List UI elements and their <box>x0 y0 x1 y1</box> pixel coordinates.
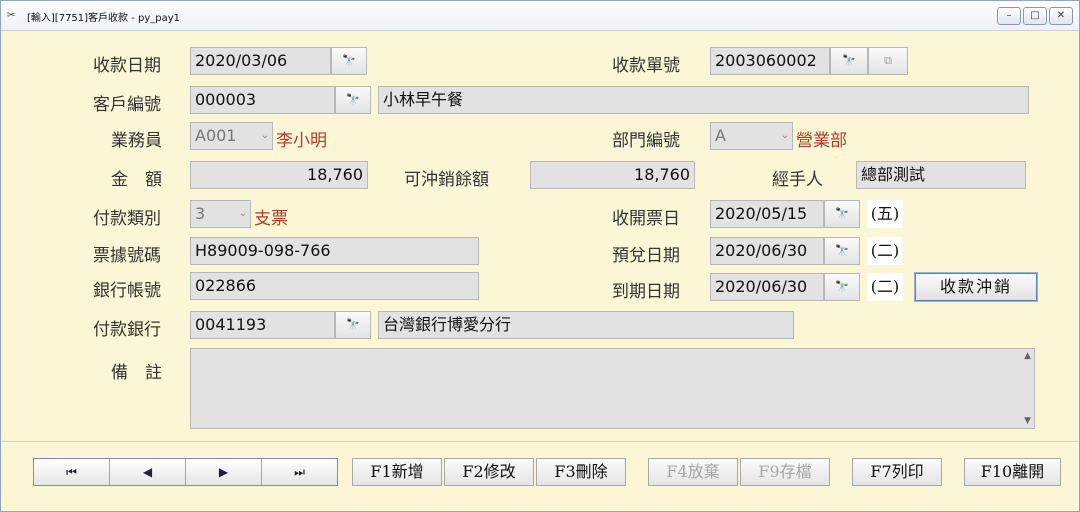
abandon-button[interactable]: F4放棄 <box>648 458 738 486</box>
save-button[interactable]: F9存檔 <box>740 458 830 486</box>
record-navigator: ⏮ ◀ ▶ ⏭ <box>33 458 338 486</box>
close-icon[interactable]: ✕ <box>1049 7 1073 25</box>
title-bar: ✂ [輸入][7751]客戶收款 - py_pay1 – □ ✕ <box>1 1 1079 31</box>
customer-name-field: 小林早午餐 <box>378 86 1029 114</box>
handler-label: 經手人 <box>772 170 823 190</box>
pay-bank-search-icon[interactable]: 🔭 <box>335 311 371 339</box>
due-date-picker-icon[interactable]: 🔭 <box>824 273 860 301</box>
add-button[interactable]: F1新增 <box>352 458 442 486</box>
print-button[interactable]: F7列印 <box>852 458 942 486</box>
amount-label: 金 額 <box>111 170 162 190</box>
window-controls: – □ ✕ <box>995 7 1073 25</box>
expected-date-weekday: (二) <box>867 237 903 265</box>
last-record-icon[interactable]: ⏭ <box>262 459 337 485</box>
salesperson-name: 李小明 <box>276 131 327 151</box>
memo-textarea[interactable]: ▲ ▼ <box>190 348 1035 429</box>
pay-bank-label: 付款銀行 <box>93 320 161 340</box>
customer-search-icon[interactable]: 🔭 <box>335 86 371 114</box>
first-record-icon[interactable]: ⏮ <box>34 459 110 485</box>
payment-type-chevron-down-icon[interactable]: ⌄ <box>236 201 250 227</box>
exit-button[interactable]: F10離開 <box>964 458 1061 486</box>
receipt-no-label: 收款單號 <box>612 56 680 76</box>
issue-date-picker-icon[interactable]: 🔭 <box>824 200 860 228</box>
scroll-down-icon[interactable]: ▼ <box>1024 416 1031 426</box>
bank-account-field[interactable]: 022866 <box>190 272 479 300</box>
app-window: ✂ [輸入][7751]客戶收款 - py_pay1 – □ ✕ 收款日期 20… <box>0 0 1080 512</box>
bank-account-label: 銀行帳號 <box>93 281 161 301</box>
receipt-date-label: 收款日期 <box>93 56 161 76</box>
expected-date-picker-icon[interactable]: 🔭 <box>824 237 860 265</box>
customer-no-field[interactable]: 000003 <box>190 86 335 114</box>
receipt-date-field[interactable]: 2020/03/06 <box>190 47 331 75</box>
receipt-no-copy-icon[interactable]: ⧉ <box>868 47 908 75</box>
edit-button[interactable]: F2修改 <box>444 458 534 486</box>
salesperson-chevron-down-icon[interactable]: ⌄ <box>258 123 272 149</box>
offset-balance-field: 18,760 <box>530 161 695 189</box>
cheque-no-field[interactable]: H89009-098-766 <box>190 237 479 265</box>
dept-chevron-down-icon[interactable]: ⌄ <box>778 123 792 149</box>
next-record-icon[interactable]: ▶ <box>186 459 262 485</box>
pay-bank-name-field: 台灣銀行博愛分行 <box>378 311 794 339</box>
pay-bank-field[interactable]: 0041193 <box>190 311 335 339</box>
app-icon: ✂ <box>7 10 16 21</box>
scroll-up-icon[interactable]: ▲ <box>1024 351 1031 361</box>
expected-date-field[interactable]: 2020/06/30 <box>710 237 824 265</box>
receipt-no-search-icon[interactable]: 🔭 <box>830 47 868 75</box>
payment-type-name: 支票 <box>254 209 288 229</box>
maximize-icon[interactable]: □ <box>1023 7 1047 25</box>
due-date-label: 到期日期 <box>612 282 680 302</box>
offset-balance-label: 可沖銷餘額 <box>404 170 489 190</box>
delete-button[interactable]: F3刪除 <box>536 458 626 486</box>
window-title: [輸入][7751]客戶收款 - py_pay1 <box>27 13 181 24</box>
issue-date-label: 收開票日 <box>612 209 680 229</box>
due-date-weekday: (二) <box>867 273 903 301</box>
memo-label: 備 註 <box>111 363 162 383</box>
customer-no-label: 客戶編號 <box>93 95 161 115</box>
issue-date-weekday: (五) <box>867 200 903 228</box>
payment-type-label: 付款類別 <box>93 209 161 229</box>
amount-field[interactable]: 18,760 <box>190 161 368 189</box>
receipt-offset-button[interactable]: 收款沖銷 <box>914 272 1038 302</box>
receipt-date-picker-icon[interactable]: 🔭 <box>331 47 367 75</box>
prev-record-icon[interactable]: ◀ <box>110 459 186 485</box>
issue-date-field[interactable]: 2020/05/15 <box>710 200 824 228</box>
salesperson-label: 業務員 <box>111 131 162 151</box>
due-date-field[interactable]: 2020/06/30 <box>710 273 824 301</box>
receipt-no-field[interactable]: 2003060002 <box>710 47 830 75</box>
expected-date-label: 預兌日期 <box>612 246 680 266</box>
footer-divider-highlight <box>1 442 1079 443</box>
dept-name: 營業部 <box>796 131 847 151</box>
dept-no-label: 部門編號 <box>612 131 680 151</box>
cheque-no-label: 票據號碼 <box>93 246 161 266</box>
minimize-icon[interactable]: – <box>997 7 1021 25</box>
handler-field: 總部測試 <box>856 161 1026 189</box>
